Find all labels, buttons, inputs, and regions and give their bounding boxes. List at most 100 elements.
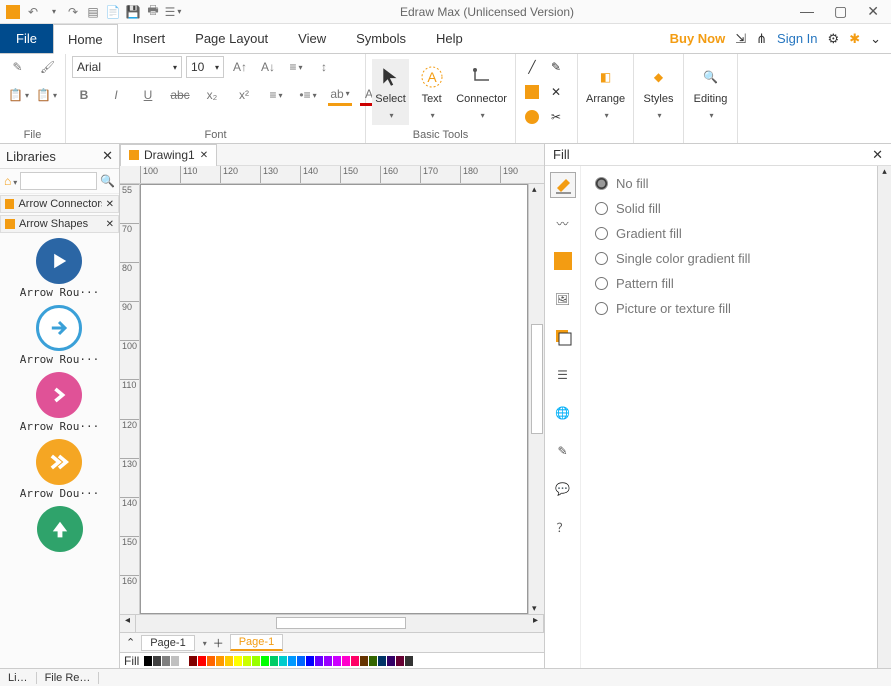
tab-page-layout[interactable]: Page Layout (180, 24, 283, 53)
library-shape-item[interactable]: Arrow Rou··· (20, 305, 99, 366)
library-shape-item[interactable]: Arrow Dou··· (20, 439, 99, 500)
tab-home[interactable]: Home (53, 24, 118, 54)
line-spacing-icon[interactable]: ≡ (264, 84, 288, 106)
highlight-icon[interactable]: ab (328, 84, 352, 106)
color-swatch[interactable] (342, 656, 350, 666)
library-shape-item[interactable]: Arrow Rou··· (20, 238, 99, 299)
crop-tool-icon[interactable]: ✂ (546, 107, 566, 127)
library-search-input[interactable] (20, 172, 97, 190)
line-tool-icon[interactable]: ╱ (522, 57, 542, 77)
scroll-left-icon[interactable]: ◂ (120, 615, 136, 632)
color-swatch[interactable] (207, 656, 215, 666)
redo-icon[interactable]: ↷ (66, 5, 80, 19)
qat-options-icon[interactable]: ☰ (166, 5, 180, 19)
page-tab-dropdown[interactable] (201, 637, 207, 649)
ellipse-tool-icon[interactable] (522, 107, 542, 127)
decrease-font-icon[interactable]: A↓ (256, 56, 280, 78)
tab-help[interactable]: Help (421, 24, 478, 53)
status-li[interactable]: Li… (0, 672, 37, 684)
fill-panel-close-icon[interactable]: ✕ (872, 147, 883, 163)
comment-tool-icon[interactable]: 💬 (550, 476, 576, 502)
undo-icon[interactable]: ↶ (26, 5, 40, 19)
increase-font-icon[interactable]: A↑ (228, 56, 252, 78)
color-swatch[interactable] (306, 656, 314, 666)
color-swatch[interactable] (261, 656, 269, 666)
color-swatch[interactable] (297, 656, 305, 666)
italic-icon[interactable]: I (104, 84, 128, 106)
color-swatch[interactable] (405, 656, 413, 666)
export-icon[interactable]: ⇲ (735, 31, 746, 47)
color-swatch[interactable] (198, 656, 206, 666)
page-nav-icon[interactable]: ⌃ (126, 636, 135, 649)
edit-tool-icon[interactable]: ✎ (550, 438, 576, 464)
color-swatch[interactable] (162, 656, 170, 666)
fill-option[interactable]: Gradient fill (595, 226, 863, 241)
library-shape-item[interactable]: Arrow Rou··· (20, 372, 99, 433)
bold-icon[interactable]: B (72, 84, 96, 106)
tab-view[interactable]: View (283, 24, 341, 53)
layer-tool-icon[interactable] (550, 324, 576, 350)
scrollbar-thumb[interactable] (276, 617, 406, 629)
new-icon[interactable]: ▤ (86, 5, 100, 19)
document-tab[interactable]: Drawing1 ✕ (120, 144, 217, 166)
arrange-button[interactable]: ◧Arrange (584, 59, 627, 125)
editing-button[interactable]: 🔍Editing (690, 59, 731, 125)
styles-button[interactable]: ◆Styles (640, 59, 677, 125)
help-tool-icon[interactable]: ？ (550, 514, 576, 540)
sign-in-link[interactable]: Sign In (777, 31, 817, 46)
libraries-close-icon[interactable]: ✕ (102, 148, 113, 164)
text-tool[interactable]: A Text (413, 59, 450, 125)
color-swatch[interactable] (171, 656, 179, 666)
color-swatch[interactable] (270, 656, 278, 666)
line-tool-icon[interactable]: 〰 (550, 210, 576, 236)
bullets-icon[interactable]: •≡ (296, 84, 320, 106)
print-icon[interactable]: 🖶 (146, 5, 160, 19)
category-close-icon[interactable]: ✕ (106, 219, 114, 230)
gear-icon[interactable]: ⚙ (828, 31, 840, 47)
color-swatch[interactable] (243, 656, 251, 666)
scrollbar-thumb[interactable] (531, 324, 543, 434)
close-button[interactable]: ✕ (867, 3, 879, 20)
color-swatch[interactable] (360, 656, 368, 666)
color-swatch[interactable] (225, 656, 233, 666)
rectangle-tool-icon[interactable] (522, 82, 542, 102)
fill-option[interactable]: No fill (595, 176, 863, 191)
select-tool[interactable]: Select (372, 59, 409, 125)
save-icon[interactable]: 💾 (126, 5, 140, 19)
color-swatch[interactable] (315, 656, 323, 666)
vertical-scrollbar[interactable]: ▴▾ (528, 184, 544, 614)
horizontal-scrollbar[interactable]: ◂ ▸ (120, 614, 544, 632)
status-filere[interactable]: File Re… (37, 672, 100, 684)
fill-option[interactable]: Picture or texture fill (595, 301, 863, 316)
color-swatch[interactable] (378, 656, 386, 666)
font-family-select[interactable]: Arial▾ (72, 56, 182, 78)
connector-tool[interactable]: Connector (454, 59, 509, 125)
color-swatch[interactable] (180, 656, 188, 666)
fill-option[interactable]: Single color gradient fill (595, 251, 863, 266)
file-menu[interactable]: File (0, 24, 53, 53)
superscript-icon[interactable]: x² (232, 84, 256, 106)
brush-icon[interactable]: 🖌 (36, 56, 60, 78)
add-page-icon[interactable]: ＋ (213, 635, 224, 651)
color-swatch[interactable] (288, 656, 296, 666)
globe-tool-icon[interactable]: 🌐 (550, 400, 576, 426)
color-swatch[interactable] (234, 656, 242, 666)
clipboard-copy-icon[interactable]: 📋 (7, 84, 31, 106)
color-swatch[interactable] (324, 656, 332, 666)
color-swatch[interactable] (351, 656, 359, 666)
library-category-connectors[interactable]: Arrow Connectors✕ (0, 195, 119, 213)
drawing-page[interactable] (140, 184, 528, 614)
library-search-icon[interactable]: 🔍 (100, 174, 115, 188)
color-swatch[interactable] (216, 656, 224, 666)
page-tab-active[interactable]: Page-1 (230, 634, 283, 651)
panel-scrollbar[interactable]: ▴ (877, 166, 891, 668)
color-swatch[interactable] (396, 656, 404, 666)
color-swatch[interactable] (387, 656, 395, 666)
undo-dropdown[interactable] (46, 5, 60, 19)
tab-insert[interactable]: Insert (118, 24, 181, 53)
page-tab[interactable]: Page-1 (141, 635, 194, 651)
library-category-shapes[interactable]: Arrow Shapes✕ (0, 215, 119, 233)
scroll-right-icon[interactable]: ▸ (528, 615, 544, 632)
format-painter-icon[interactable]: ✎ (6, 56, 30, 78)
maximize-button[interactable]: ▢ (834, 3, 847, 20)
